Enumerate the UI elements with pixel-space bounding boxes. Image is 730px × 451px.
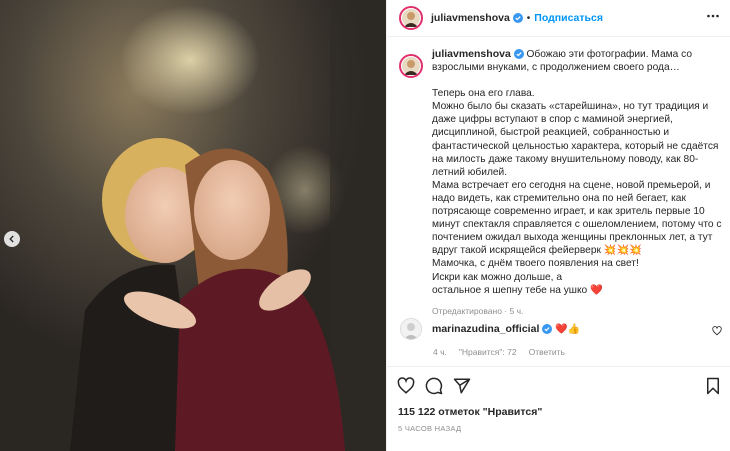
caption-line: Искри как можно дольше, а	[432, 271, 562, 283]
comment-like-heart-icon[interactable]	[712, 326, 722, 336]
caption-author-username[interactable]: juliavmenshova	[432, 48, 511, 60]
comment-likes-count[interactable]: "Нравится": 72	[459, 347, 517, 357]
caption-block: juliavmenshova Обожаю эти фотографии. Ма…	[387, 48, 730, 318]
comment-age: 4 ч.	[433, 347, 447, 357]
post-timestamp: 5 ЧАСОВ НАЗАД	[398, 424, 462, 433]
previous-photo-button[interactable]	[4, 231, 20, 247]
verified-badge-icon	[512, 13, 523, 23]
caption-line: Можно было бы сказать «старейшина», но т…	[432, 101, 719, 178]
action-bar	[387, 366, 730, 407]
verified-badge-icon	[542, 324, 553, 334]
chevron-left-icon	[9, 235, 14, 243]
edited-meta: Отредактировано · 5 ч.	[432, 305, 524, 316]
comment-icon[interactable]	[425, 377, 443, 395]
caption-line: Мамочка, с днём твоего появления на свет…	[432, 258, 639, 270]
post-photo[interactable]	[0, 0, 386, 451]
post-side-panel: juliavmenshova • Подписаться juliavmensh…	[386, 0, 730, 451]
caption-text: juliavmenshova Обожаю эти фотографии. Ма…	[432, 48, 728, 318]
caption-author-avatar[interactable]	[399, 54, 423, 78]
commenter-username[interactable]: marinazudina_official	[432, 323, 539, 335]
post-header: juliavmenshova • Подписаться	[387, 0, 730, 37]
bookmark-icon[interactable]	[704, 377, 722, 395]
verified-badge-icon	[513, 49, 524, 60]
more-icon[interactable]	[706, 9, 720, 23]
photo-image	[0, 0, 386, 451]
likes-count[interactable]: 115 122 отметок "Нравится"	[398, 406, 542, 418]
reply-button[interactable]: Ответить	[529, 347, 565, 357]
caption-line: остальное я шепну тебе на ушко ❤️	[432, 284, 603, 296]
comment-text: ❤️👍	[555, 323, 581, 335]
follow-button[interactable]: Подписаться	[534, 12, 603, 24]
heart-icon[interactable]	[397, 377, 415, 395]
caption-line: Мама встречает его сегодня на сцене, нов…	[432, 179, 722, 257]
caption-line: Теперь она его глава.	[432, 88, 535, 100]
author-avatar[interactable]	[399, 6, 423, 30]
author-username[interactable]: juliavmenshova	[431, 12, 510, 24]
comment-item: marinazudina_official ❤️👍 4 ч. "Нравится…	[387, 318, 730, 357]
share-icon[interactable]	[453, 377, 471, 395]
commenter-avatar[interactable]	[400, 318, 422, 340]
